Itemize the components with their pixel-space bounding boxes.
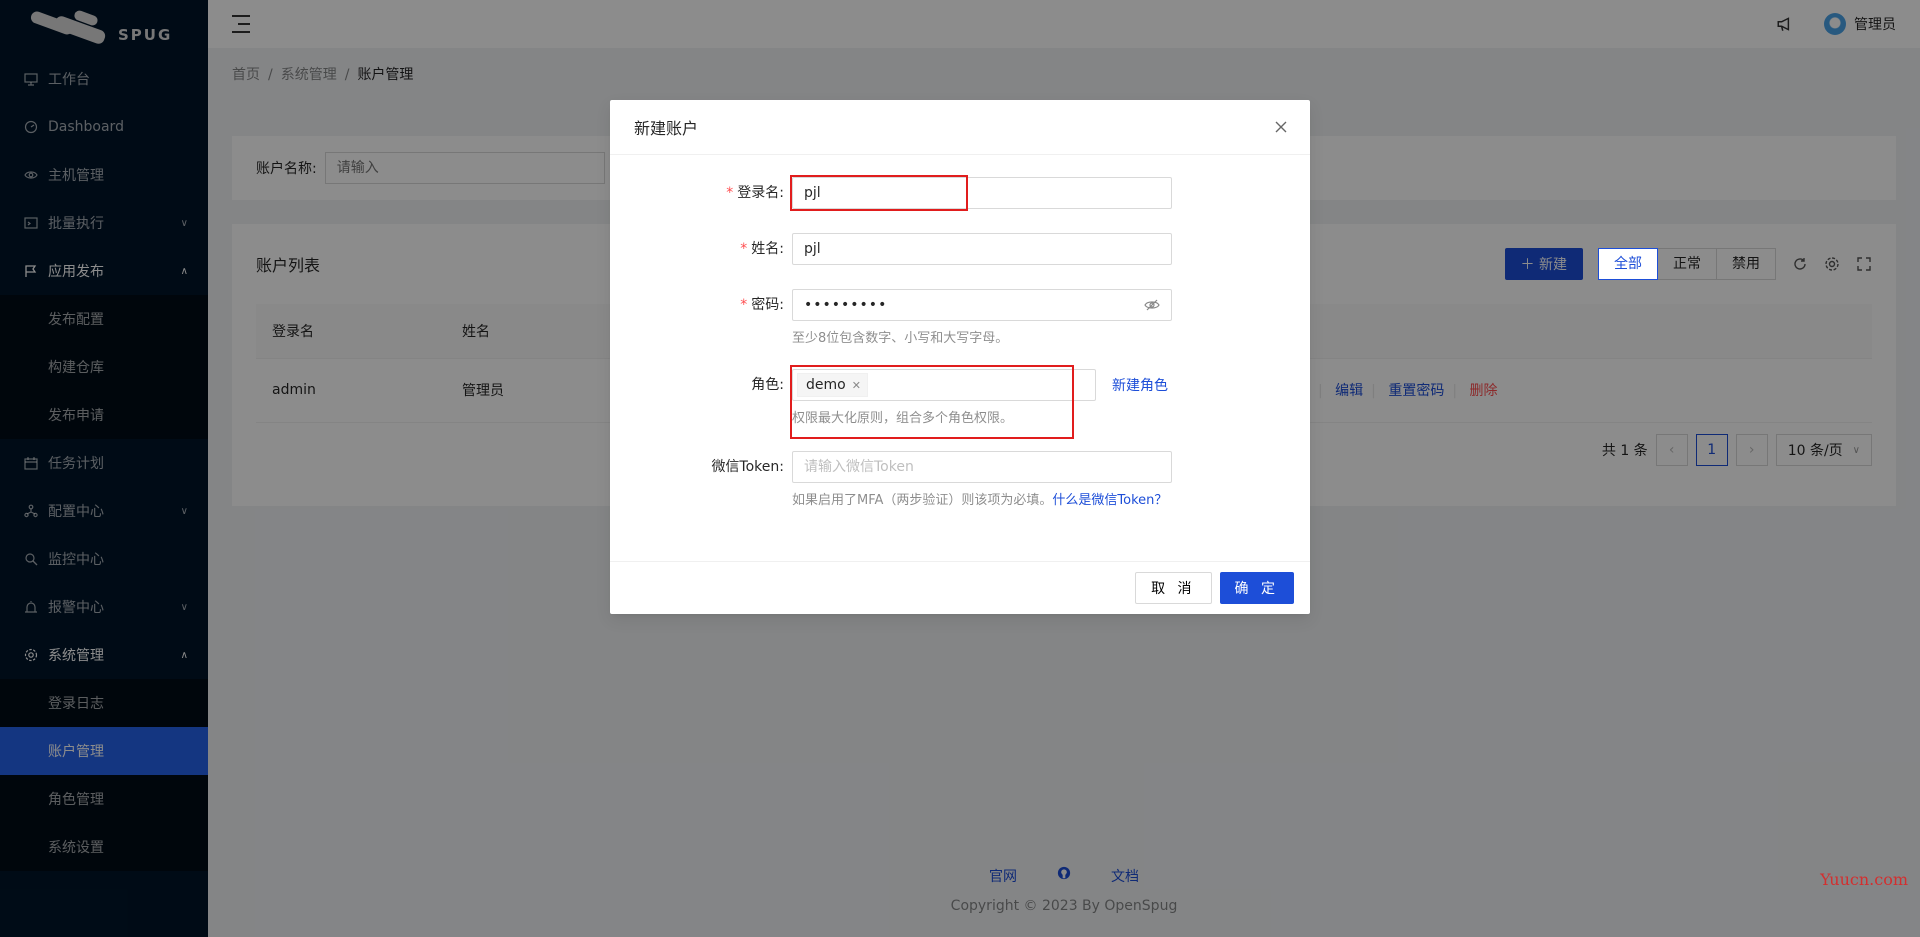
wx-token-help: 如果启用了MFA（两步验证）则该项为必填。什么是微信Token？ (792, 493, 1168, 508)
nickname-label: * 姓名: (740, 241, 784, 257)
what-is-wx-token-link[interactable]: 什么是微信Token？ (1052, 493, 1167, 508)
password-value: ••••••••• (804, 297, 888, 313)
confirm-button[interactable]: 确 定 (1219, 572, 1294, 604)
filter-all[interactable]: 全部 (1598, 248, 1658, 280)
close-icon[interactable] (1270, 116, 1292, 138)
username-label: * 登录名: (726, 185, 784, 201)
eye-invisible-icon[interactable] (1144, 297, 1160, 313)
password-help: 至少8位包含数字、小写和大写字母。 (792, 331, 1009, 346)
password-label: * 密码: (740, 297, 784, 313)
new-role-link[interactable]: 新建角色 (1112, 375, 1168, 395)
role-label: 角色: (751, 377, 784, 393)
watermark: Yuucn.com (1820, 870, 1908, 889)
modal-title: 新建账户 (634, 119, 699, 138)
new-account-modal: 新建账户 * 登录名: pjl * 姓名: pjl * 密码: ••••••••• (610, 100, 1310, 614)
cancel-button[interactable]: 取 消 (1135, 572, 1212, 604)
highlight-box (790, 175, 968, 211)
wx-token-input[interactable]: 请输入微信Token (792, 451, 1172, 483)
highlight-box (790, 365, 1074, 439)
wx-token-label: 微信Token: (711, 459, 784, 475)
password-input[interactable]: ••••••••• (792, 289, 1172, 321)
nickname-input[interactable]: pjl (792, 233, 1172, 265)
